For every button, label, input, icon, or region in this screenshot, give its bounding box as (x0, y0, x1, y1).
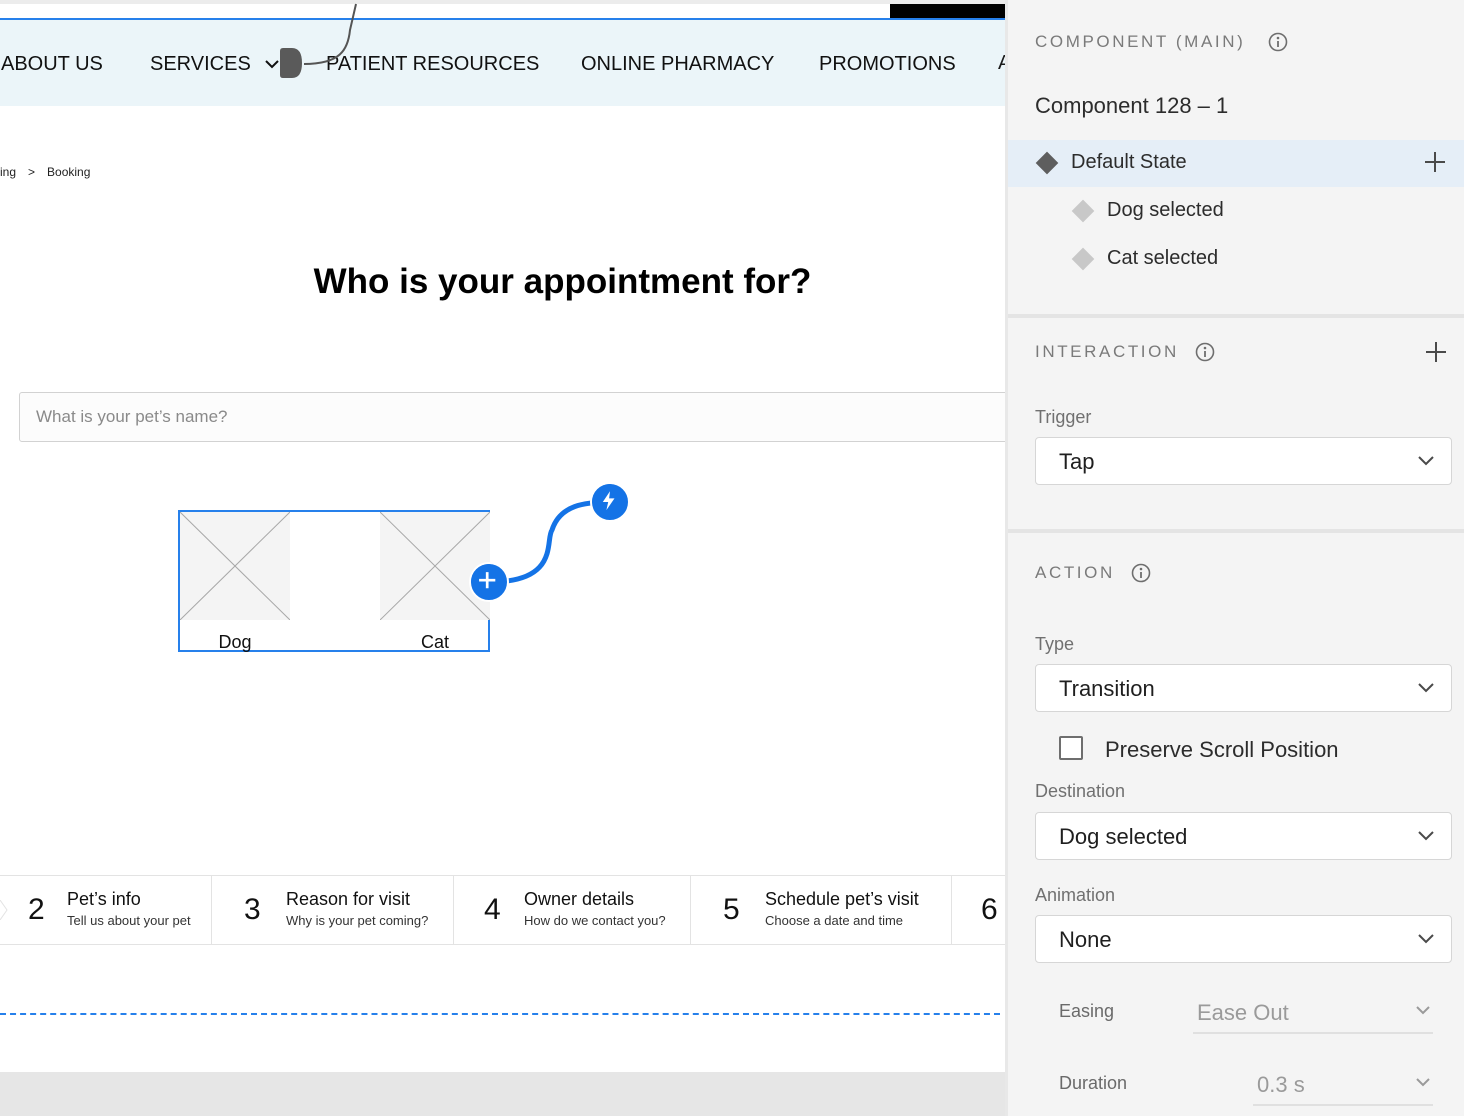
page-title: Who is your appointment for? (313, 262, 812, 301)
step-item[interactable]: 5 Schedule pet’s visit Choose a date and… (691, 876, 952, 944)
action-section-title: ACTION (1035, 563, 1115, 582)
page-fold-guide (0, 1013, 1000, 1015)
chevron-down-icon[interactable] (264, 54, 280, 74)
booking-stepper: 2 Pet’s info Tell us about your pet 3 Re… (0, 875, 1005, 945)
prototype-wires (303, 3, 611, 585)
state-diamond-icon (1071, 247, 1095, 271)
step-subtitle: Choose a date and time (765, 913, 904, 928)
easing-label: Easing (1059, 1001, 1115, 1021)
breadcrumb-current: Booking (47, 165, 91, 179)
pet-name-input[interactable] (19, 392, 1005, 442)
interaction-trigger-bolt-icon[interactable] (590, 482, 630, 522)
image-placeholder-icon (180, 512, 290, 620)
step-title: Reason for visit (286, 889, 411, 909)
duration-dropdown[interactable]: 0.3 s (1253, 1070, 1433, 1106)
info-icon[interactable] (1131, 563, 1151, 583)
preserve-scroll-label[interactable]: Preserve Scroll Position (1105, 737, 1339, 763)
animation-label: Animation (1035, 885, 1116, 905)
image-placeholder-icon (380, 512, 490, 620)
artboard-canvas[interactable]: ABOUT US SERVICES PATIENT RESOURCES ONLI… (0, 0, 1005, 1116)
interaction-section-title: INTERACTION (1035, 342, 1179, 361)
trigger-label: Trigger (1035, 407, 1092, 427)
easing-dropdown[interactable]: Ease Out (1193, 998, 1433, 1034)
pet-type-component[interactable]: Dog Cat (178, 510, 490, 652)
nav-item-services[interactable]: SERVICES (150, 52, 251, 76)
step-number: 5 (723, 893, 740, 926)
type-label: Type (1035, 634, 1075, 654)
step-subtitle: How do we contact you? (524, 913, 666, 928)
step-number: 3 (244, 893, 261, 926)
chevron-down-icon (1418, 831, 1434, 841)
component-section-title: COMPONENT (MAIN) (1035, 32, 1246, 51)
trigger-dropdown[interactable]: Tap (1035, 437, 1452, 485)
destination-label: Destination (1035, 781, 1126, 801)
breadcrumb-prev[interactable]: ing (0, 165, 16, 179)
add-state-plus-icon[interactable] (1424, 151, 1446, 173)
pet-option-label: Dog (218, 632, 252, 652)
section-divider (1008, 314, 1464, 318)
chevron-down-icon (1416, 1078, 1430, 1087)
preserve-scroll-checkbox[interactable] (1059, 736, 1083, 760)
duration-value: 0.3 s (1257, 1072, 1305, 1097)
property-inspector: COMPONENT (MAIN) Component 128 – 1 Defau… (1005, 0, 1464, 1116)
action-type-dropdown[interactable]: Transition (1035, 664, 1452, 712)
animation-value: None (1059, 927, 1112, 952)
trigger-value: Tap (1059, 449, 1095, 474)
state-diamond-icon (1071, 199, 1095, 223)
pet-option-dog[interactable]: Dog (180, 512, 290, 652)
canvas-pasteboard (0, 1072, 1005, 1116)
state-label-cat-selected[interactable]: Cat selected (1107, 247, 1218, 270)
step-title: Pet’s info (67, 889, 141, 909)
state-label-default[interactable]: Default State (1071, 151, 1187, 174)
section-divider (1008, 529, 1464, 533)
duration-label: Duration (1059, 1073, 1128, 1093)
add-interaction-plus-icon[interactable] (1425, 341, 1447, 363)
step-arrow-icon (0, 900, 8, 920)
destination-dropdown[interactable]: Dog selected (1035, 812, 1452, 860)
step-item[interactable]: 4 Owner details How do we contact you? (454, 876, 691, 944)
chevron-down-icon (1418, 683, 1434, 693)
step-title: Schedule pet’s visit (765, 889, 919, 909)
info-icon[interactable] (1195, 342, 1215, 362)
step-item[interactable]: 2 Pet’s info Tell us about your pet (0, 876, 212, 944)
nav-item-patient-resources[interactable]: PATIENT RESOURCES (326, 52, 539, 76)
step-number: 6 (981, 893, 998, 926)
step-item[interactable]: 6 (952, 876, 1005, 944)
prototype-link-plug-icon[interactable] (280, 48, 304, 78)
chevron-down-icon (1418, 934, 1434, 944)
step-number: 2 (28, 893, 45, 926)
nav-item-about-us[interactable]: ABOUT US (1, 52, 103, 76)
destination-value: Dog selected (1059, 824, 1188, 849)
component-name[interactable]: Component 128 – 1 (1035, 93, 1228, 119)
info-icon[interactable] (1268, 32, 1288, 52)
artboard-dark-block (890, 4, 1005, 19)
step-number: 4 (484, 893, 501, 926)
step-title: Owner details (524, 889, 635, 909)
nav-item-truncated[interactable]: A (998, 52, 1005, 75)
step-subtitle: Why is your pet coming? (286, 913, 429, 928)
breadcrumb: ing > Booking (0, 165, 90, 179)
pet-option-label: Cat (420, 632, 449, 652)
add-interaction-plus-icon[interactable] (469, 562, 509, 602)
nav-item-promotions[interactable]: PROMOTIONS (819, 52, 956, 76)
animation-dropdown[interactable]: None (1035, 915, 1452, 963)
state-label-dog-selected[interactable]: Dog selected (1107, 199, 1224, 222)
nav-item-online-pharmacy[interactable]: ONLINE PHARMACY (581, 52, 774, 76)
step-subtitle: Tell us about your pet (67, 913, 191, 928)
breadcrumb-separator: > (28, 165, 36, 179)
chevron-down-icon (1418, 456, 1434, 466)
canvas-top-strip (0, 0, 1005, 4)
step-item[interactable]: 3 Reason for visit Why is your pet comin… (212, 876, 454, 944)
easing-value: Ease Out (1197, 1000, 1289, 1025)
chevron-down-icon (1416, 1006, 1430, 1015)
action-type-value: Transition (1059, 676, 1155, 701)
